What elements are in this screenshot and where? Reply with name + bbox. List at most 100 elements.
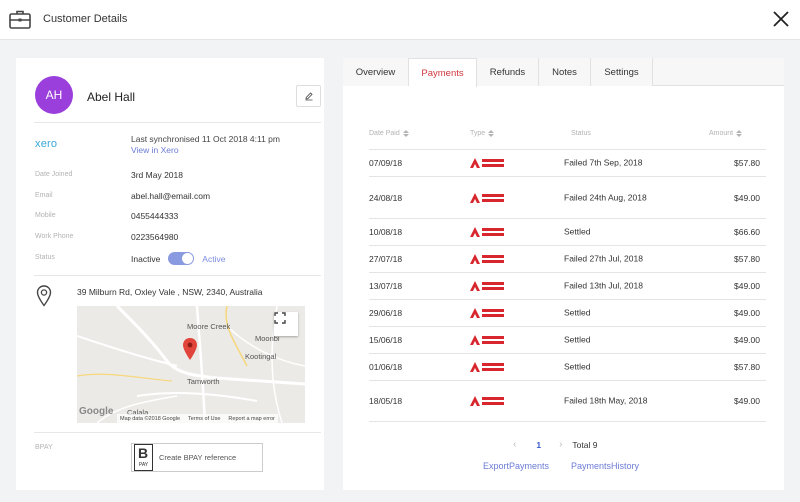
mobile-value: 0455444333: [131, 211, 179, 221]
table-row[interactable]: 29/06/18 Settled $49.00: [369, 299, 766, 326]
row-date: 10/08/18: [369, 227, 403, 237]
fullscreen-icon: [274, 312, 286, 324]
row-date: 27/07/18: [369, 254, 403, 264]
header-date-paid-label: Date Paid: [369, 130, 400, 137]
export-payments-link[interactable]: ExportPayments: [483, 461, 549, 471]
payments-history-link[interactable]: PaymentsHistory: [571, 461, 639, 471]
row-amount: $66.60: [734, 227, 760, 237]
map-terms-link[interactable]: Terms of Use: [188, 416, 220, 422]
prev-page-button[interactable]: ‹: [513, 439, 516, 450]
table-row[interactable]: 15/06/18 Settled $49.00: [369, 326, 766, 353]
header-amount[interactable]: Amount: [709, 130, 743, 137]
table-row[interactable]: 07/09/18 Failed 7th Sep, 2018 $57.80: [369, 149, 766, 176]
sort-icon: [488, 130, 495, 137]
direct-debit-icon: [470, 192, 504, 203]
row-date: 24/08/18: [369, 192, 403, 203]
xero-logo: xero: [35, 138, 58, 150]
row-amount: $49.00: [734, 396, 760, 406]
bpay-logo-text: PAY: [138, 462, 149, 468]
row-amount: $49.00: [734, 335, 760, 345]
payments-panel: Overview Payments Refunds Notes Settings…: [343, 58, 784, 490]
total-count: Total 9: [572, 439, 598, 450]
header-type[interactable]: Type: [470, 130, 495, 137]
header-date-paid[interactable]: Date Paid: [369, 130, 409, 137]
date-joined-label: Date Joined: [35, 171, 73, 178]
map-label-moore-creek: Moore Creek: [187, 322, 231, 331]
row-date: 01/06/18: [369, 362, 403, 372]
direct-debit-icon: [470, 158, 504, 168]
pagination: ‹ 1 › Total 9: [513, 439, 597, 450]
location-pin-icon: [36, 285, 52, 307]
direct-debit-icon: [470, 227, 504, 237]
row-status: Failed 13th Jul, 2018: [564, 280, 643, 291]
email-value: abel.hall@email.com: [131, 191, 211, 201]
map-marker-icon: [183, 338, 197, 360]
bpay-label: BPAY: [35, 444, 53, 451]
row-status: Settled: [564, 307, 591, 318]
customer-card: AH Abel Hall xero Last synchronised 11 O…: [16, 58, 324, 490]
payments-table: 07/09/18 Failed 7th Sep, 2018 $57.80 24/…: [369, 149, 766, 422]
edit-button[interactable]: [296, 85, 321, 107]
direct-debit-icon: [470, 362, 504, 372]
customer-address: 39 Milburn Rd, Oxley Vale , NSW, 2340, A…: [77, 287, 263, 297]
close-icon[interactable]: [771, 9, 791, 29]
tab-overview[interactable]: Overview: [343, 58, 409, 86]
direct-debit-icon: [470, 308, 504, 318]
status-label: Status: [35, 254, 55, 261]
header-status-label: Status: [571, 130, 591, 137]
header-type-label: Type: [470, 130, 486, 137]
date-joined-value: 3rd May 2018: [131, 170, 183, 180]
direct-debit-icon: [470, 254, 504, 264]
row-amount: $49.00: [734, 308, 760, 318]
divider: [34, 122, 321, 123]
status-inactive-label: Inactive: [131, 253, 161, 264]
map-label-kootingal: Kootingal: [245, 352, 277, 361]
page-title: Customer Details: [43, 13, 128, 25]
sync-info: Last synchronised 11 Oct 2018 4:11 pm Vi…: [131, 134, 280, 156]
divider: [34, 432, 321, 433]
row-status: Failed 7th Sep, 2018: [564, 157, 643, 168]
row-date: 18/05/18: [369, 396, 403, 406]
tab-settings[interactable]: Settings: [591, 58, 653, 86]
row-date: 15/06/18: [369, 335, 403, 345]
google-logo: Google: [79, 406, 114, 417]
customer-name: Abel Hall: [87, 90, 136, 104]
export-links: ExportPayments PaymentsHistory: [483, 461, 639, 471]
row-status: Settled: [564, 334, 591, 345]
table-row[interactable]: 24/08/18 Failed 24th Aug, 2018 $49.00: [369, 176, 766, 218]
tab-payments[interactable]: Payments: [409, 58, 477, 87]
row-amount: $49.00: [734, 281, 760, 291]
mobile-label: Mobile: [35, 212, 56, 219]
tab-notes[interactable]: Notes: [539, 58, 591, 86]
work-phone-label: Work Phone: [35, 233, 74, 240]
tab-refunds[interactable]: Refunds: [477, 58, 539, 86]
status-active-label: Active: [202, 253, 226, 264]
next-page-button[interactable]: ›: [559, 439, 562, 450]
row-date: 07/09/18: [369, 158, 403, 168]
row-date: 29/06/18: [369, 308, 403, 318]
row-date: 13/07/18: [369, 281, 403, 291]
briefcase-icon: [9, 10, 31, 29]
bpay-logo-icon: B PAY: [134, 444, 153, 471]
row-status: Failed 24th Aug, 2018: [564, 192, 647, 202]
header-amount-label: Amount: [709, 130, 734, 137]
status-toggle[interactable]: [168, 252, 195, 265]
map-fullscreen-button[interactable]: [274, 312, 298, 336]
create-bpay-label: Create BPAY reference: [159, 453, 237, 462]
header-status: Status: [571, 130, 591, 137]
direct-debit-icon: [470, 335, 504, 345]
table-row[interactable]: 27/07/18 Failed 27th Jul, 2018 $57.80: [369, 245, 766, 272]
page-number[interactable]: 1: [536, 440, 541, 450]
create-bpay-button[interactable]: B PAY Create BPAY reference: [131, 443, 263, 472]
sync-text: Last synchronised 11 Oct 2018 4:11 pm: [131, 134, 280, 144]
row-amount: $57.80: [734, 362, 760, 372]
table-row[interactable]: 10/08/18 Settled $66.60: [369, 218, 766, 245]
table-row[interactable]: 18/05/18 Failed 18th May, 2018 $49.00: [369, 380, 766, 422]
address-map[interactable]: Moore Creek Moonbi Kootingal Tamworth Ca…: [77, 306, 305, 423]
map-label-tamworth: Tamworth: [187, 377, 220, 386]
view-in-xero-link[interactable]: View in Xero: [131, 145, 280, 156]
row-status: Failed 18th May, 2018: [564, 395, 648, 406]
table-row[interactable]: 13/07/18 Failed 13th Jul, 2018 $49.00: [369, 272, 766, 299]
table-row[interactable]: 01/06/18 Settled $57.80: [369, 353, 766, 380]
map-report-link[interactable]: Report a map error: [228, 416, 274, 422]
